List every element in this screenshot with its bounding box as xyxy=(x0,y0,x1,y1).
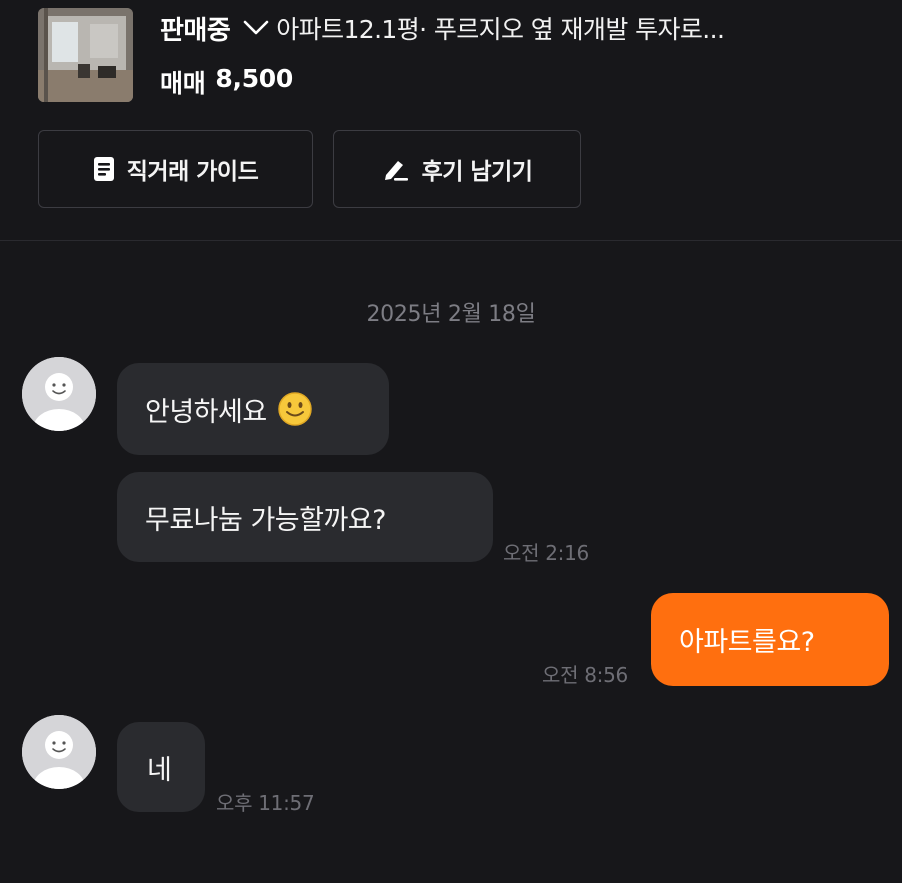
message-bubble[interactable]: 무료나눔 가능할까요? xyxy=(117,472,493,562)
write-review-button[interactable]: 후기 남기기 xyxy=(333,130,581,208)
document-icon xyxy=(93,157,114,181)
message-text: 안녕하세요 xyxy=(145,396,267,428)
message-text: 네 xyxy=(147,754,172,786)
price-type: 매매 xyxy=(160,69,206,98)
date-separator: 2025년 2월 18일 xyxy=(366,302,536,327)
message-time: 오후 11:57 xyxy=(216,791,315,815)
listing-title[interactable]: 아파트12.1평· 푸르지오 옆 재개발 투자로... xyxy=(276,10,725,46)
chevron-down-icon[interactable] xyxy=(242,18,270,38)
listing-thumbnail[interactable] xyxy=(38,8,133,102)
avatar[interactable] xyxy=(22,357,96,431)
price-value: 8,500 xyxy=(215,64,293,93)
default-profile-icon xyxy=(22,715,96,789)
message-text: 아파트를요? xyxy=(679,627,815,658)
header-divider xyxy=(0,240,902,241)
listing-header: 판매중 아파트12.1평· 푸르지오 옆 재개발 투자로... xyxy=(160,10,725,47)
message-time: 오전 8:56 xyxy=(542,663,628,687)
write-review-label: 후기 남기기 xyxy=(421,159,533,185)
trade-guide-button[interactable]: 직거래 가이드 xyxy=(38,130,313,208)
pencil-icon xyxy=(384,161,408,181)
my-message-bubble[interactable]: 아파트를요? xyxy=(651,593,889,686)
message-bubble[interactable]: 안녕하세요 xyxy=(117,363,389,455)
sale-status-dropdown[interactable]: 판매중 xyxy=(160,10,231,47)
slightly-smiling-face-icon xyxy=(277,392,312,426)
apartment-room-photo xyxy=(38,8,133,102)
message-bubble[interactable]: 네 xyxy=(117,722,205,812)
listing-price: 매매 8,500 xyxy=(160,64,293,100)
message-text: 무료나눔 가능할까요? xyxy=(145,504,386,536)
message-time: 오전 2:16 xyxy=(503,541,589,565)
trade-guide-label: 직거래 가이드 xyxy=(126,159,259,185)
avatar[interactable] xyxy=(22,715,96,789)
default-profile-icon xyxy=(22,357,96,431)
